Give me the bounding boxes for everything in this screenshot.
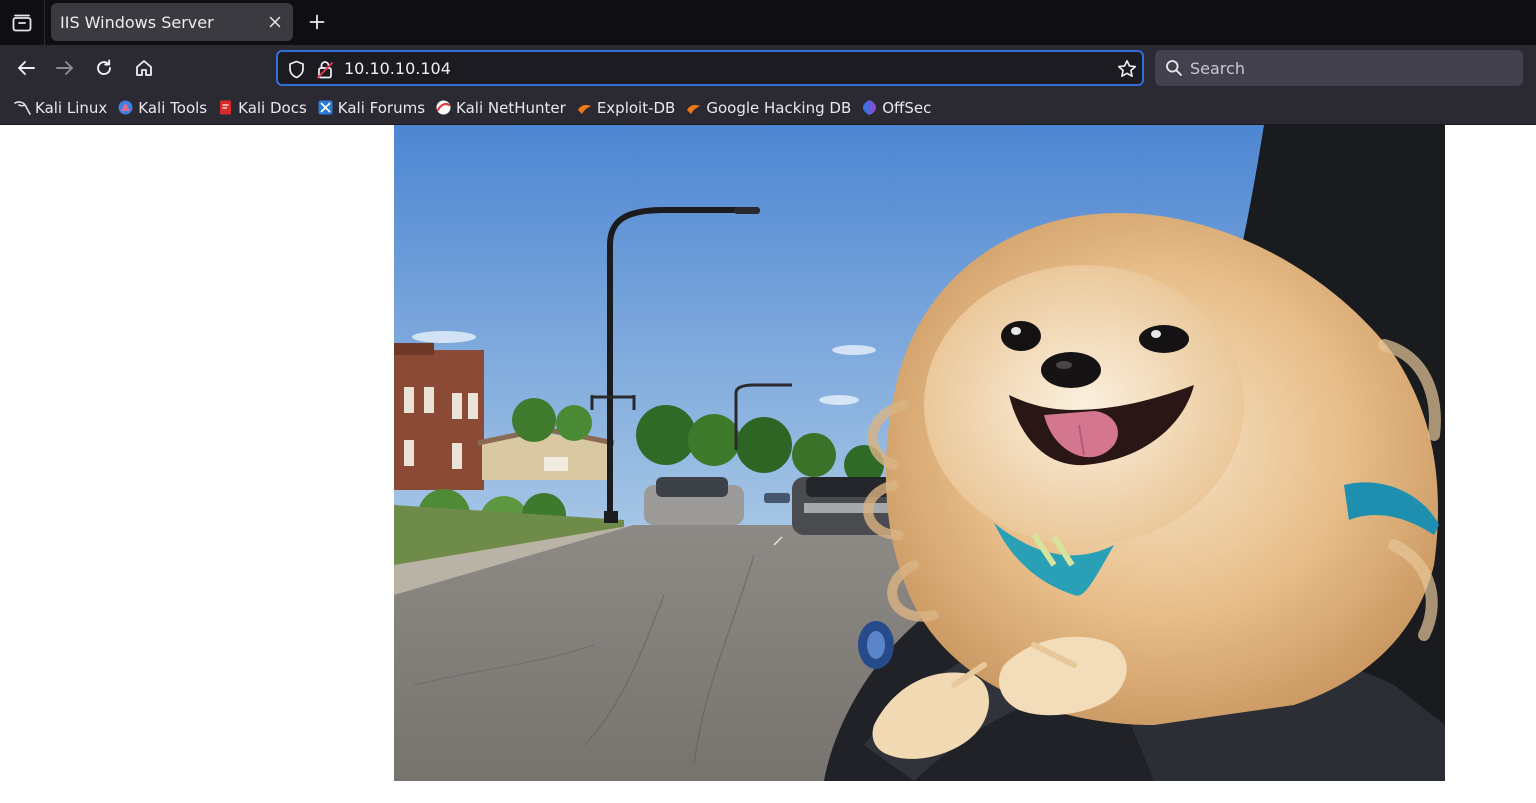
bookmark-exploit-db[interactable]: Exploit-DB — [573, 95, 681, 121]
forward-button[interactable] — [49, 52, 81, 84]
bookmark-kali-linux[interactable]: Kali Linux — [11, 95, 112, 121]
kali-forums-icon — [317, 99, 334, 116]
arrow-right-icon — [56, 61, 73, 75]
plus-icon — [309, 14, 325, 30]
bookmark-label: Kali Tools — [138, 98, 208, 117]
url-text[interactable]: 10.10.10.104 — [344, 59, 451, 78]
tab-bar: IIS Windows Server — [0, 0, 1536, 45]
tab-title: IIS Windows Server — [60, 12, 214, 32]
list-all-tabs-button[interactable] — [0, 0, 45, 45]
bookmark-label: Kali Docs — [238, 98, 307, 117]
search-icon — [1164, 58, 1184, 78]
kali-dragon-icon — [14, 99, 31, 116]
bookmark-label: OffSec — [882, 98, 932, 117]
kali-nethunter-icon — [435, 99, 452, 116]
search-input[interactable] — [1188, 50, 1508, 86]
back-button[interactable] — [10, 52, 42, 84]
reload-button[interactable] — [88, 52, 120, 84]
bookmark-label: Google Hacking DB — [706, 98, 852, 117]
bookmark-kali-docs[interactable]: Kali Docs — [214, 95, 312, 121]
bookmark-kali-tools[interactable]: Kali Tools — [114, 95, 212, 121]
bookmarks-toolbar: Kali Linux Kali Tools Kali Docs Kali For… — [0, 91, 1536, 125]
reload-icon — [97, 59, 111, 76]
tab-close-button[interactable] — [261, 8, 289, 36]
search-bar[interactable] — [1155, 50, 1523, 86]
bookmark-label: Kali Linux — [35, 98, 108, 117]
kali-docs-icon — [217, 99, 234, 116]
arrow-left-icon — [18, 61, 35, 75]
tab-list-icon — [12, 14, 32, 31]
address-bar[interactable]: 10.10.10.104 — [276, 50, 1144, 86]
home-icon — [136, 60, 152, 76]
bookmark-label: Exploit-DB — [596, 98, 676, 117]
bookmark-google-hacking-db[interactable]: Google Hacking DB — [682, 95, 856, 121]
home-button[interactable] — [128, 52, 160, 84]
bookmark-kali-nethunter[interactable]: Kali NetHunter — [432, 95, 571, 121]
bookmark-kali-forums[interactable]: Kali Forums — [314, 95, 430, 121]
kali-tools-icon — [117, 99, 134, 116]
bookmark-label: Kali NetHunter — [456, 98, 566, 117]
dog-photo — [394, 125, 1445, 781]
page-content — [0, 125, 1536, 803]
bookmark-star-icon[interactable] — [1117, 59, 1137, 79]
close-icon — [269, 16, 281, 28]
exploit-db-icon — [576, 99, 593, 116]
shield-icon[interactable] — [286, 59, 306, 79]
google-hacking-db-icon — [685, 99, 702, 116]
offsec-icon — [861, 99, 878, 116]
new-tab-button[interactable] — [303, 8, 331, 36]
bookmark-offsec[interactable]: OffSec — [858, 95, 936, 121]
navigation-toolbar: 10.10.10.104 — [0, 45, 1536, 91]
tab-active[interactable]: IIS Windows Server — [51, 3, 293, 41]
insecure-lock-icon[interactable] — [315, 59, 335, 79]
bookmark-label: Kali Forums — [337, 98, 426, 117]
